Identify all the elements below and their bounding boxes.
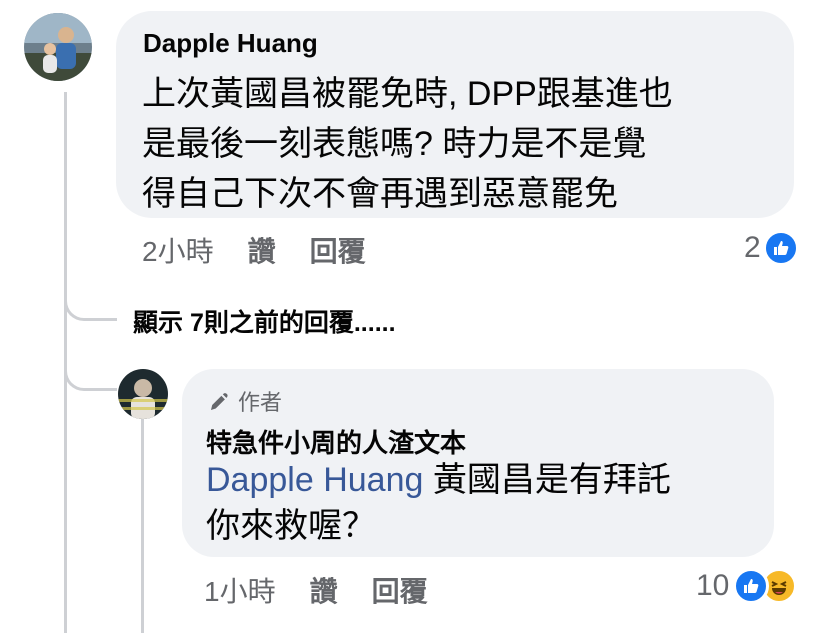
like-button[interactable]: 讚 <box>310 570 338 610</box>
pencil-icon <box>208 389 232 413</box>
mention-link[interactable]: Dapple Huang <box>206 461 423 499</box>
reply-time[interactable]: 1小時 <box>204 570 276 610</box>
thread-line-reply <box>141 412 144 633</box>
reaction-count: 2 <box>744 231 761 264</box>
reply-text: Dapple Huang 黃國昌是有拜託 你來救喔？ <box>206 457 671 549</box>
reply-text-segment: 黃國昌是有拜託 <box>423 461 671 499</box>
reply-reactions[interactable]: 10 <box>696 568 798 604</box>
like-reaction-icon <box>733 568 770 604</box>
comment-time[interactable]: 2小時 <box>142 230 214 270</box>
comment-text-line: 是最後一刻表態嗎? 時力是不是覺 <box>142 125 647 163</box>
avatar[interactable] <box>24 13 92 81</box>
avatar[interactable] <box>118 369 168 419</box>
like-button[interactable]: 讚 <box>248 230 276 270</box>
reaction-count: 10 <box>696 569 730 602</box>
comment-meta: 2小時 讚 回覆 <box>142 230 400 270</box>
reply-text-line: 你來救喔？ <box>206 507 376 545</box>
reply-meta: 1小時 讚 回覆 <box>204 570 462 610</box>
view-previous-replies-link[interactable]: 顯示 7則之前的回覆...... <box>133 303 396 339</box>
comment-reactions[interactable]: 2 <box>744 230 799 266</box>
reply-text-line: Dapple Huang 黃國昌是有拜託 <box>206 457 671 503</box>
thread-connector-reply <box>64 340 117 391</box>
reply-author[interactable]: 特急件小周的人渣文本 <box>206 423 466 460</box>
reply-bubble: 作者 特急件小周的人渣文本 Dapple Huang 黃國昌是有拜託 你來救喔？ <box>182 369 774 557</box>
thread-connector-more <box>64 270 117 321</box>
author-badge: 作者 <box>208 385 282 417</box>
like-reaction-icon <box>762 230 799 266</box>
comment-text-line: 得自己下次不會再遇到惡意罷免 <box>142 175 618 213</box>
comment-author[interactable]: Dapple Huang <box>143 28 318 59</box>
comment-text-line: 上次黃國昌被罷免時, DPP跟基進也 <box>142 75 673 113</box>
reply-button[interactable]: 回覆 <box>310 230 366 270</box>
comment-text: 上次黃國昌被罷免時, DPP跟基進也 是最後一刻表態嗎? 時力是不是覺 得自己下… <box>142 69 673 219</box>
reply-button[interactable]: 回覆 <box>372 570 428 610</box>
author-badge-label: 作者 <box>238 390 283 415</box>
comment-bubble: Dapple Huang 上次黃國昌被罷免時, DPP跟基進也 是最後一刻表態嗎… <box>116 11 794 218</box>
